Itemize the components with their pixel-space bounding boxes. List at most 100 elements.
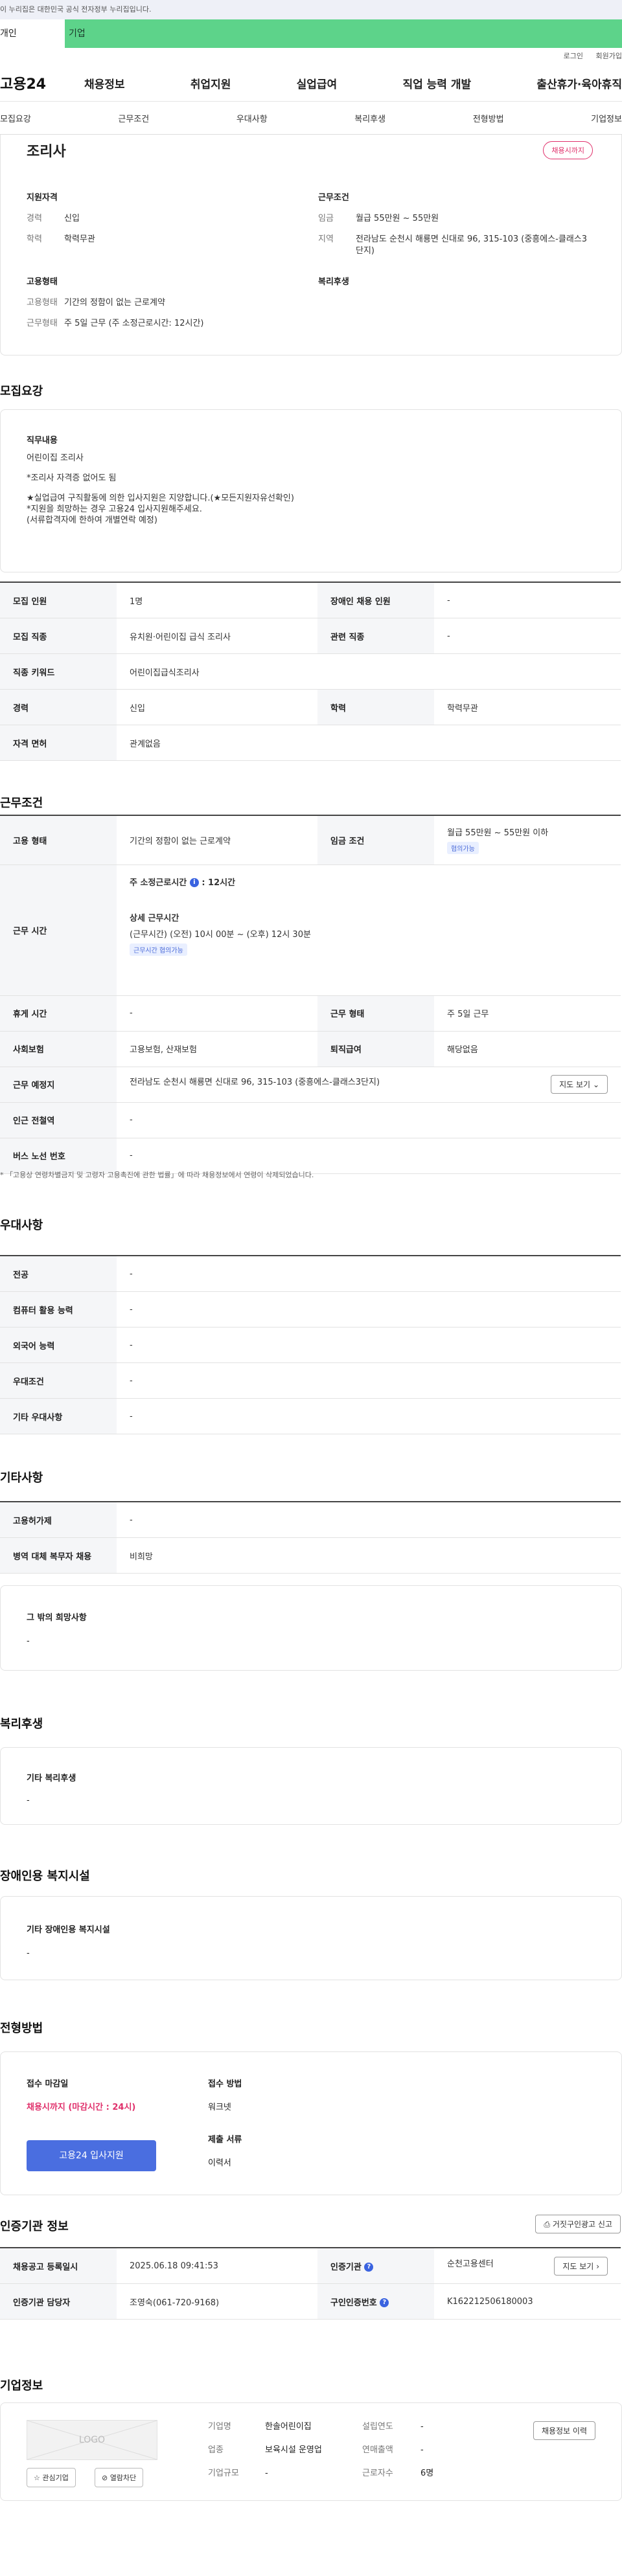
value: - [117,1256,621,1292]
tab-preferences[interactable]: 우대사항 [236,112,268,124]
gnb-item-parental-leave[interactable]: 출산휴가·육아휴직 [536,75,622,91]
work-section-title: 근무조건 [0,797,43,810]
cert-org-cell: 순천고용센터 지도 보기 › [434,2248,621,2284]
value: - [117,995,317,1032]
duty-line: *지원을 희망하는 경우 고용24 입사지원해주세요. [27,504,202,514]
value: - [420,2422,424,2432]
value: 학력무관 [64,234,95,244]
label: 고용 형태 [0,815,117,865]
wage-cell: 월급 55만원 ~ 55만원 이하 협의가능 [434,815,621,865]
label: 경력 [0,689,117,725]
label: 우대조건 [0,1362,117,1399]
method-value: 워크넷 [208,2103,231,2112]
duty-line: 어린이집 조리사 [27,453,84,463]
recruit-section-title: 모집요강 [0,385,43,398]
map-button[interactable]: 지도 보기 ⌄ [551,1075,608,1094]
label: 임금 조건 [317,815,434,865]
gnb-item-employment-support[interactable]: 취업지원 [190,75,231,91]
value: K162212506180003 [434,2283,621,2320]
interest-company-label: 관심기업 [42,2474,69,2482]
member-type-bar: 개인 기업 [0,19,622,48]
login-link[interactable]: 로그인 [564,52,583,60]
interest-company-button[interactable]: ☆ 관심기업 [27,2468,76,2487]
label: 모집 인원 [0,582,117,618]
info-icon[interactable]: ? [380,2298,389,2307]
tab-recruit[interactable]: 모집요강 [0,112,31,124]
label: 설립연도 [362,2422,393,2432]
value: - [117,1398,621,1434]
label: 학력 [27,234,42,244]
label: 고용형태 [27,298,58,308]
selection-card: 접수 마감일 채용시까지 (마감시간 : 24시) 고용24 입사지원 접수 방… [0,2051,622,2195]
label: 근무 시간 [0,864,117,996]
value: 전라남도 순천시 해룡면 신대로 96, 315-103 (중흥에스-클래스3단… [356,234,588,256]
company-logo-placeholder: LOGO [27,2420,157,2460]
map-button-label: 지도 보기 [559,1080,591,1089]
site-logo[interactable]: 고용24 [0,73,84,93]
cert-map-button[interactable]: 지도 보기 › [554,2256,608,2276]
conditions-heading: 근무조건 [318,193,349,203]
value: 고용보험, 산재보험 [117,1031,317,1067]
label: 인증기관 [330,2262,362,2272]
value: 주 5일 근무 (주 소정근로시간: 12시간) [64,319,204,328]
section-tabs: 모집요강 근무조건 우대사항 복리후생 전형방법 기업정보 [0,102,622,135]
block-view-button[interactable]: ⊘ 열람차단 [95,2468,144,2487]
gnb-item-vocational-training[interactable]: 직업 능력 개발 [402,75,471,91]
job-summary-card: 조리사 채용시까지 지원자격 경력 신입 학력 학력무관 고용형태 고용형태 기간의 … [0,135,622,356]
docs-value: 이력서 [208,2158,231,2168]
signup-link[interactable]: 회원가입 [596,52,622,60]
value: 조영숙(061-720-9168) [117,2283,317,2320]
value: 유치원·어린이집 급식 조리사 [117,618,317,654]
star-icon: ☆ [34,2474,40,2482]
age-note: * 「고용상 연령차별금지 및 고령자 고용촉진에 관한 법률」에 따라 채용정… [0,1171,314,1179]
label: 학력 [317,689,434,725]
tab-welfare[interactable]: 복리후생 [354,112,386,124]
tab-company[interactable]: 기업 [65,19,622,48]
report-button[interactable]: ⎙ 거짓구인광고 신고 [535,2215,621,2233]
tab-personal[interactable]: 개인 [0,19,65,48]
recruit-table: 모집 인원 1명 장애인 채용 인원 - 모집 직종 유치원·어린이집 급식 조… [0,582,621,761]
job-history-button[interactable]: 채용정보 이력 [533,2421,595,2440]
label: 연매출액 [362,2445,393,2455]
tab-company[interactable]: 기업정보 [591,112,622,124]
company-card: LOGO ☆ 관심기업 ⊘ 열람차단 기업명 한솔어린이집 설립연도 - 업종 … [0,2402,622,2501]
value: 2025.06.18 09:41:53 [117,2248,317,2284]
info-icon[interactable]: i [189,878,199,887]
value: - [265,2469,268,2478]
company-section-title: 기업정보 [0,2379,43,2393]
apply-button[interactable]: 고용24 입사지원 [27,2140,156,2171]
value: - [117,1138,621,1174]
detail-hours-value: (근무시간) (오전) 10시 00분 ~ (오후) 12시 30분 [130,929,311,940]
chevron-down-icon: ⌄ [592,1080,599,1089]
duty-line: (서류합격자에 한하여 개별연락 예정) [27,515,157,525]
company-info: 기업명 한솔어린이집 설립연도 - 업종 보육시설 운영업 연매출액 - 기업규… [208,2421,433,2480]
other-wishes-heading: 그 밖의 희망사항 [27,1613,87,1623]
info-icon[interactable]: ? [364,2263,374,2272]
hours-negotiable-chip: 근무시간 협의가능 [130,943,187,956]
disabled-facility-heading: 기타 장애인용 복지시설 [27,1925,110,1935]
value: 기간의 정함이 없는 근로계약 [64,298,165,308]
label: 근무 예정지 [0,1067,117,1103]
welfare-group: 복리후생 [318,275,577,297]
wage-negotiable-chip: 협의가능 [447,842,479,855]
value: 어린이집급식조리사 [117,653,621,690]
tab-conditions[interactable]: 근무조건 [118,112,149,124]
value: 신입 [117,689,317,725]
duty-line: ★실업급여 구직활동에 의한 입사지원은 지양합니다.(★모든지원자유선확인) [27,493,294,503]
work-table: 고용 형태 기간의 정함이 없는 근로계약 임금 조건 월급 55만원 ~ 55… [0,815,621,1174]
label: 임금 [318,214,334,223]
label: 경력 [27,214,42,223]
welfare-section-title: 복리후생 [0,1717,43,1731]
employment-heading: 고용형태 [27,277,58,287]
label: 인근 전철역 [0,1102,117,1138]
tab-selection[interactable]: 전형방법 [473,112,504,124]
value: - [434,582,621,618]
value: 주 5일 근무 [434,995,621,1032]
pref-section-title: 우대사항 [0,1219,43,1232]
gnb-item-unemployment-benefit[interactable]: 실업급여 [297,75,338,91]
label: 지역 [318,234,334,244]
gnb-item-jobs[interactable]: 채용정보 [84,75,125,91]
label: 자격 면허 [0,725,117,761]
duty-heading: 직무내용 [27,436,58,446]
weekly-hours-value: : 12시간 [202,877,236,888]
